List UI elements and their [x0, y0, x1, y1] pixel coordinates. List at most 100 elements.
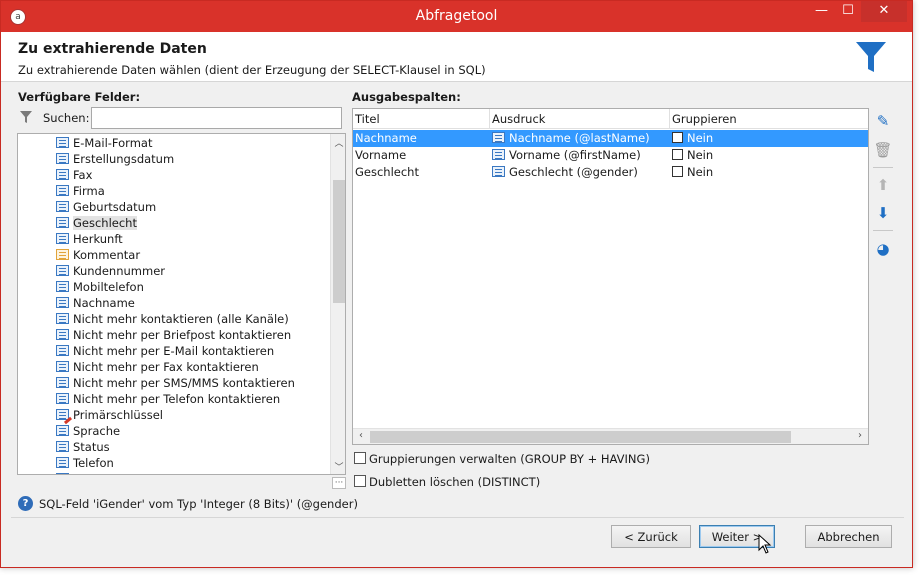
output-expression-cell[interactable]: Vorname (@firstName): [492, 147, 641, 164]
cancel-button[interactable]: Abbrechen: [805, 525, 892, 548]
output-row[interactable]: Nachname Nachname (@lastName) Nein: [353, 130, 868, 147]
scroll-up-arrow-icon[interactable]: ︿: [331, 136, 345, 149]
field-icon: [56, 137, 69, 148]
tree-item-label: Firma: [73, 184, 105, 198]
funnel-icon: [856, 42, 886, 72]
expression-text: Vorname (@firstName): [509, 148, 641, 162]
tree-item[interactable]: Geschlecht: [56, 215, 137, 231]
maximize-button[interactable]: ☐: [835, 1, 861, 22]
field-icon: [56, 201, 69, 212]
distinct-checkbox[interactable]: [354, 475, 366, 487]
scroll-thumb[interactable]: [333, 180, 345, 303]
output-group-cell[interactable]: Nein: [672, 147, 713, 164]
group-by-checkbox[interactable]: [354, 452, 366, 464]
add-expression-icon[interactable]: ✎: [873, 111, 893, 131]
field-icon: [56, 169, 69, 180]
grid-horizontal-scrollbar[interactable]: ‹ ›: [353, 428, 868, 444]
move-up-icon[interactable]: ⬆: [873, 175, 893, 195]
tree-item-label: Fax: [73, 168, 93, 182]
field-icon: [56, 297, 69, 308]
group-value: Nein: [687, 148, 714, 162]
tree-item[interactable]: E-Mail-Format: [56, 135, 152, 151]
field-icon: [492, 166, 505, 177]
tree-item[interactable]: Mobiltelefon: [56, 279, 144, 295]
tree-item[interactable]: Kundennummer: [56, 263, 165, 279]
field-icon: [56, 425, 69, 436]
mouse-cursor-icon: [758, 534, 772, 554]
tree-item[interactable]: Nicht mehr per Briefpost kontaktieren: [56, 327, 291, 343]
output-row[interactable]: Geschlecht Geschlecht (@gender) Nein: [353, 164, 868, 181]
field-icon: [492, 132, 505, 143]
field-icon: [56, 441, 69, 452]
field-icon: [56, 233, 69, 244]
tree-item[interactable]: Firma: [56, 183, 105, 199]
scroll-left-arrow-icon[interactable]: ‹: [353, 430, 369, 441]
tree-item-label: Telefon: [73, 456, 114, 470]
output-title-cell[interactable]: Nachname: [355, 130, 417, 147]
tree-item[interactable]: Geburtsdatum: [56, 199, 156, 215]
output-columns-grid[interactable]: Titel Ausdruck Gruppieren Nachname Nachna…: [352, 108, 869, 445]
group-checkbox[interactable]: [672, 166, 683, 177]
distinct-option[interactable]: Dubletten löschen (DISTINCT): [354, 475, 540, 489]
tree-item[interactable]: Herkunft: [56, 231, 123, 247]
output-expression-cell[interactable]: Geschlecht (@gender): [492, 164, 638, 181]
output-group-cell[interactable]: Nein: [672, 164, 713, 181]
search-input[interactable]: [91, 107, 342, 129]
footer-divider: [11, 517, 904, 518]
field-icon: [56, 457, 69, 468]
title-bar: a Abfragetool — ☐ ✕: [1, 1, 912, 32]
expression-text: Geschlecht (@gender): [509, 165, 638, 179]
tree-item[interactable]: Nachname: [56, 295, 135, 311]
distribution-icon[interactable]: ◕: [873, 239, 893, 259]
tree-item-label: Erstellungsdatum: [73, 152, 175, 166]
tree-item[interactable]: Kommentar: [56, 247, 140, 263]
available-fields-tree[interactable]: E-Mail-Format Erstellungsdatum Fax Firma Geb…: [17, 133, 346, 475]
tree-item[interactable]: Status: [56, 439, 110, 455]
field-icon: [56, 153, 69, 164]
output-group-cell[interactable]: Nein: [672, 130, 713, 147]
back-button[interactable]: < Zurück: [611, 525, 691, 548]
available-fields-heading: Verfügbare Felder:: [18, 90, 141, 104]
field-icon: [56, 361, 69, 372]
tree-vertical-scrollbar[interactable]: ︿ ﹀: [330, 134, 345, 474]
output-row[interactable]: Vorname Vorname (@firstName) Nein: [353, 147, 868, 164]
scroll-down-arrow-icon[interactable]: ﹀: [331, 460, 345, 473]
tree-item[interactable]: Telefon: [56, 455, 114, 471]
tree-item-label: Nicht mehr per Telefon kontaktieren: [73, 392, 281, 406]
output-title-cell[interactable]: Vorname: [355, 147, 406, 164]
group-value: Nein: [687, 165, 714, 179]
move-down-icon[interactable]: ⬇: [873, 203, 893, 223]
tree-item-label: Nicht mehr per SMS/MMS kontaktieren: [73, 376, 295, 390]
group-value: Nein: [687, 131, 714, 145]
tree-item[interactable]: Nicht mehr per SMS/MMS kontaktieren: [56, 375, 295, 391]
scroll-right-arrow-icon[interactable]: ›: [852, 430, 868, 441]
output-expression-cell[interactable]: Nachname (@lastName): [492, 130, 650, 147]
tree-options-icon[interactable]: ···: [332, 477, 346, 489]
tree-item[interactable]: Nicht mehr per Fax kontaktieren: [56, 359, 259, 375]
output-columns-heading: Ausgabespalten:: [352, 90, 461, 104]
group-by-label: Gruppierungen verwalten (GROUP BY + HAVI…: [369, 452, 650, 466]
tree-item[interactable]: Nicht mehr per Telefon kontaktieren: [56, 391, 280, 407]
tree-item[interactable]: Nicht mehr kontaktieren (alle Kanäle): [56, 311, 289, 327]
tree-item[interactable]: Primärschlüssel: [56, 407, 163, 423]
tree-item[interactable]: Erstellungsdatum: [56, 151, 174, 167]
column-header-group[interactable]: Gruppieren: [672, 112, 737, 126]
output-title-cell[interactable]: Geschlecht: [355, 164, 419, 181]
tree-item[interactable]: Fax: [56, 167, 92, 183]
minimize-button[interactable]: —: [808, 1, 835, 22]
group-checkbox[interactable]: [672, 132, 683, 143]
tree-item[interactable]: Verschlüsselt K...: [56, 471, 171, 474]
field-icon: [56, 345, 69, 356]
tree-item-label: Mobiltelefon: [73, 280, 144, 294]
column-header-expression[interactable]: Ausdruck: [492, 112, 545, 126]
scroll-thumb[interactable]: [370, 431, 791, 443]
column-header-title[interactable]: Titel: [355, 112, 380, 126]
delete-icon[interactable]: 🗑: [873, 140, 893, 160]
tree-item[interactable]: Sprache: [56, 423, 120, 439]
key-field-icon: [56, 409, 69, 420]
tree-item[interactable]: Nicht mehr per E-Mail kontaktieren: [56, 343, 274, 359]
close-button[interactable]: ✕: [861, 1, 907, 22]
group-checkbox[interactable]: [672, 149, 683, 160]
group-by-option[interactable]: Gruppierungen verwalten (GROUP BY + HAVI…: [354, 452, 650, 466]
field-icon: [56, 217, 69, 228]
